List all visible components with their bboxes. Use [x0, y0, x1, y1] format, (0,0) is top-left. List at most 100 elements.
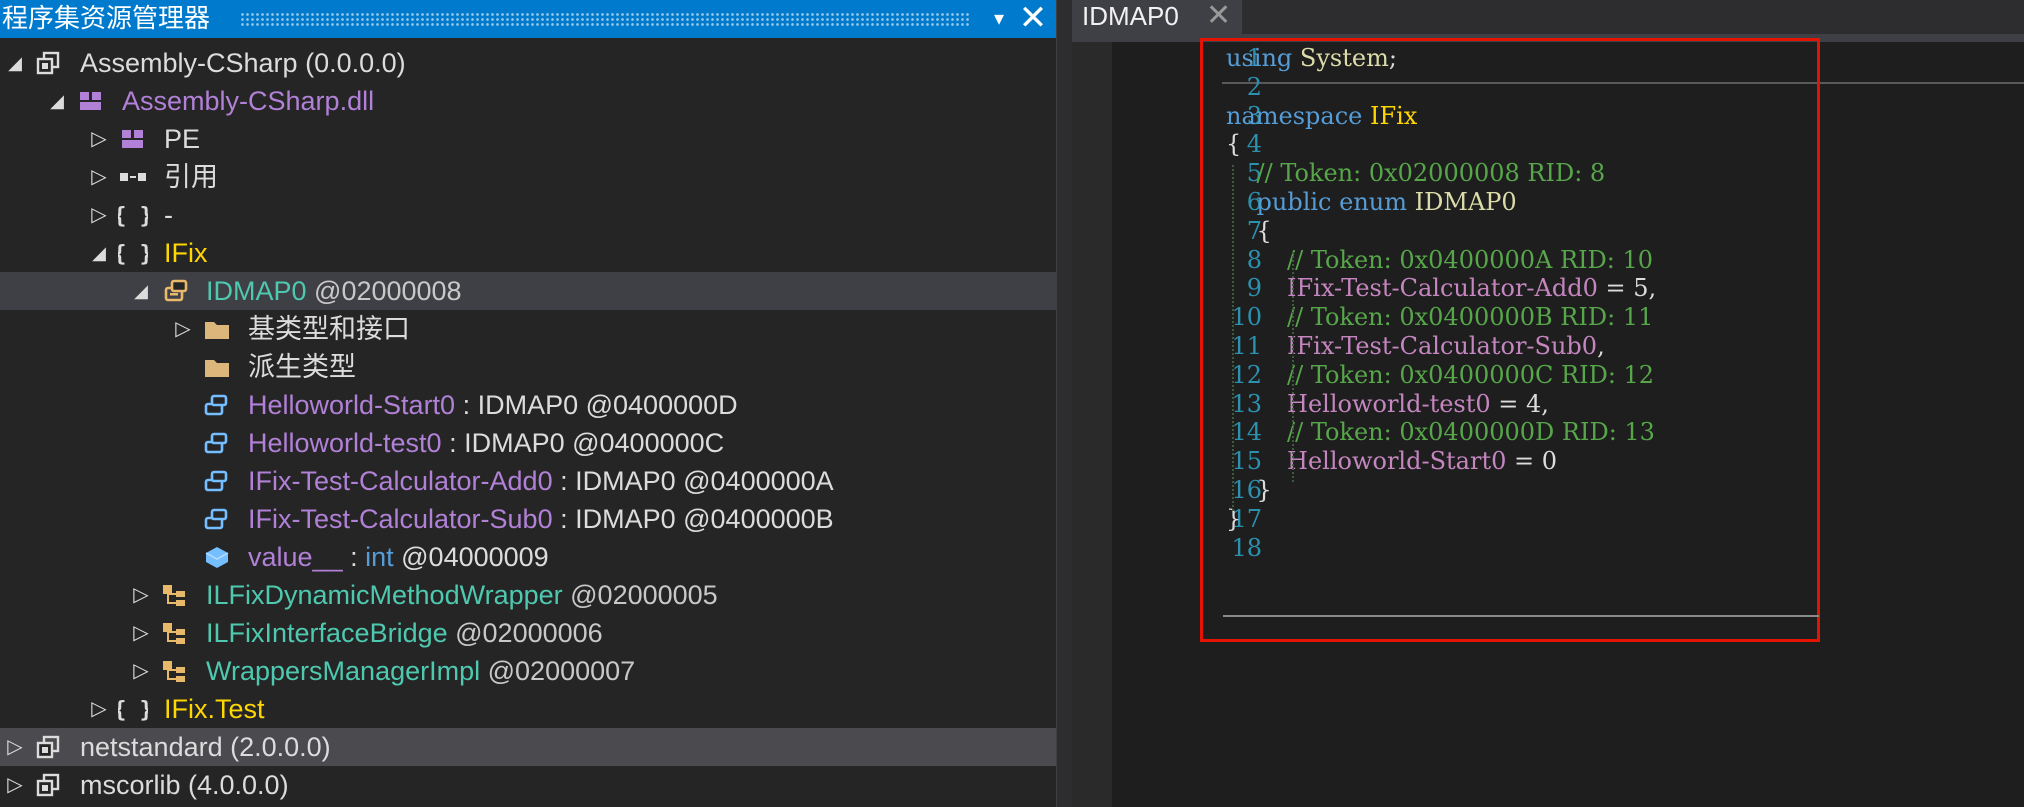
- editor-margin: [1072, 42, 1112, 807]
- enum-field-icon: [202, 468, 232, 494]
- tree-row[interactable]: ▷ WrappersManagerImpl @02000007: [0, 652, 1056, 690]
- collapse-arrow-icon[interactable]: ◢: [46, 82, 68, 120]
- tree-row[interactable]: ◢ { } IFix: [0, 234, 1056, 272]
- collapse-arrow-icon[interactable]: ◢: [88, 234, 110, 272]
- collapse-arrow-icon[interactable]: ◢: [130, 272, 152, 310]
- tab-idmap0[interactable]: IDMAP0 ✕: [1072, 0, 1242, 34]
- label-part: : IDMAP0 @0400000A: [552, 466, 834, 496]
- expand-arrow-icon[interactable]: ▷: [88, 158, 110, 196]
- tree-row-label: IFix-Test-Calculator-Add0 : IDMAP0 @0400…: [248, 462, 834, 500]
- label-part: 基类型和接口: [248, 314, 410, 344]
- label-part: value__: [248, 542, 343, 572]
- tree-row[interactable]: ▷ { }-: [0, 196, 1056, 234]
- tree-row-label: IFix.Test: [164, 690, 265, 728]
- label-part: : IDMAP0 @0400000D: [455, 390, 738, 420]
- assembly-explorer-panel: 程序集资源管理器 ▾ ✕ ◢ Assembly-CSharp (0.0.0.0) ◢…: [0, 0, 1056, 807]
- label-part: ILFixInterfaceBridge: [206, 618, 448, 648]
- tree-row-label: -: [164, 196, 173, 234]
- tab-bar: IDMAP0 ✕: [1072, 0, 2024, 34]
- label-part: IFix-Test-Calculator-Add0: [248, 466, 553, 496]
- tree-row[interactable]: ▷ netstandard (2.0.0.0): [0, 728, 1056, 766]
- label-part: @02000007: [480, 656, 636, 686]
- assembly-icon: [34, 734, 64, 760]
- tree-row[interactable]: ▷ PE: [0, 120, 1056, 158]
- panel-drag-grip[interactable]: [240, 12, 970, 26]
- label-part: @02000008: [306, 276, 462, 306]
- tree-row[interactable]: Helloworld-test0 : IDMAP0 @0400000C: [0, 424, 1056, 462]
- svg-text:{ }: { }: [118, 242, 148, 266]
- class-icon: [160, 658, 190, 684]
- tree-row[interactable]: ◢ Assembly-CSharp (0.0.0.0): [0, 44, 1056, 82]
- pe-icon: [118, 126, 148, 152]
- tree-row[interactable]: ◢ IDMAP0 @02000008: [0, 272, 1056, 310]
- module-icon: [76, 88, 106, 114]
- label-part: WrappersManagerImpl: [206, 656, 481, 686]
- tree-row-label: ILFixInterfaceBridge @02000006: [206, 614, 603, 652]
- expand-arrow-icon[interactable]: ▷: [130, 652, 152, 690]
- label-part: -: [164, 200, 173, 230]
- tree-row[interactable]: ▷ mscorlib (4.0.0.0): [0, 766, 1056, 804]
- highlight-annotation-box: [1200, 38, 1820, 642]
- tree-row-label: 基类型和接口: [248, 310, 410, 348]
- tree-row-label: Assembly-CSharp.dll: [122, 82, 374, 120]
- end-of-file-line: [1223, 615, 1819, 617]
- label-part: IFix.Test: [164, 694, 265, 724]
- label-part: (0.0.0.0): [297, 48, 406, 78]
- tree-row[interactable]: value__ : int @04000009: [0, 538, 1056, 576]
- panel-close-icon[interactable]: ✕: [1016, 0, 1050, 38]
- value-field-icon: [202, 544, 232, 570]
- tree-row[interactable]: ▷ ILFixDynamicMethodWrapper @02000005: [0, 576, 1056, 614]
- expand-arrow-icon[interactable]: ▷: [130, 614, 152, 652]
- tree-row-label: 派生类型: [248, 348, 356, 386]
- label-part: Helloworld-Start0: [248, 390, 456, 420]
- expand-arrow-icon[interactable]: ▷: [88, 120, 110, 158]
- panel-dropdown-icon[interactable]: ▾: [986, 3, 1012, 35]
- label-part: : IDMAP0 @0400000C: [441, 428, 725, 458]
- tree-row-label: IFix-Test-Calculator-Sub0 : IDMAP0 @0400…: [248, 500, 834, 538]
- label-part: Helloworld-test0: [248, 428, 442, 458]
- expand-arrow-icon[interactable]: ▷: [88, 196, 110, 234]
- tree-row-label: PE: [164, 120, 200, 158]
- references-icon: [118, 164, 148, 190]
- tree-row[interactable]: Helloworld-Start0 : IDMAP0 @0400000D: [0, 386, 1056, 424]
- tree-row[interactable]: 派生类型: [0, 348, 1056, 386]
- expand-arrow-icon[interactable]: ▷: [4, 766, 26, 804]
- assembly-icon: [34, 772, 64, 798]
- tree-row[interactable]: ▷ { } IFix.Test: [0, 690, 1056, 728]
- tree-row[interactable]: IFix-Test-Calculator-Sub0 : IDMAP0 @0400…: [0, 500, 1056, 538]
- tree-row[interactable]: ▷ ILFixInterfaceBridge @02000006: [0, 614, 1056, 652]
- tree-row-label: WrappersManagerImpl @02000007: [206, 652, 635, 690]
- tree-row[interactable]: IFix-Test-Calculator-Add0 : IDMAP0 @0400…: [0, 462, 1056, 500]
- label-part: @02000006: [447, 618, 603, 648]
- panel-splitter[interactable]: [1056, 0, 1073, 807]
- collapse-arrow-icon[interactable]: ◢: [4, 44, 26, 82]
- label-part: IDMAP0: [206, 276, 307, 306]
- expand-arrow-icon[interactable]: ▷: [4, 728, 26, 766]
- enum-field-icon: [202, 506, 232, 532]
- namespace-icon: { }: [113, 696, 153, 723]
- namespace-icon: { }: [113, 240, 153, 267]
- folder-icon: [202, 316, 232, 342]
- label-part: int: [365, 542, 394, 572]
- tree-row-label: IFix: [164, 234, 208, 272]
- label-part: netstandard: [80, 732, 223, 762]
- expand-arrow-icon[interactable]: ▷: [88, 690, 110, 728]
- tree-row[interactable]: ▷ 基类型和接口: [0, 310, 1056, 348]
- tree-row-label: Helloworld-Start0 : IDMAP0 @0400000D: [248, 386, 738, 424]
- label-part: :: [342, 542, 366, 572]
- enum-field-icon: [202, 430, 232, 456]
- class-icon: [160, 620, 190, 646]
- label-part: mscorlib: [80, 770, 181, 800]
- enum-field-icon: [202, 392, 232, 418]
- tree-row[interactable]: ▷ 引用: [0, 158, 1056, 196]
- tree-row[interactable]: ◢ Assembly-CSharp.dll: [0, 82, 1056, 120]
- label-part: (2.0.0.0): [222, 732, 331, 762]
- label-part: @04000009: [393, 542, 549, 572]
- tab-close-icon[interactable]: ✕: [1206, 0, 1231, 32]
- svg-text:{ }: { }: [118, 204, 148, 228]
- label-part: : IDMAP0 @0400000B: [552, 504, 834, 534]
- expand-arrow-icon[interactable]: ▷: [130, 576, 152, 614]
- expand-arrow-icon[interactable]: ▷: [172, 310, 194, 348]
- label-part: PE: [164, 124, 201, 154]
- tree-row-label: value__ : int @04000009: [248, 538, 549, 576]
